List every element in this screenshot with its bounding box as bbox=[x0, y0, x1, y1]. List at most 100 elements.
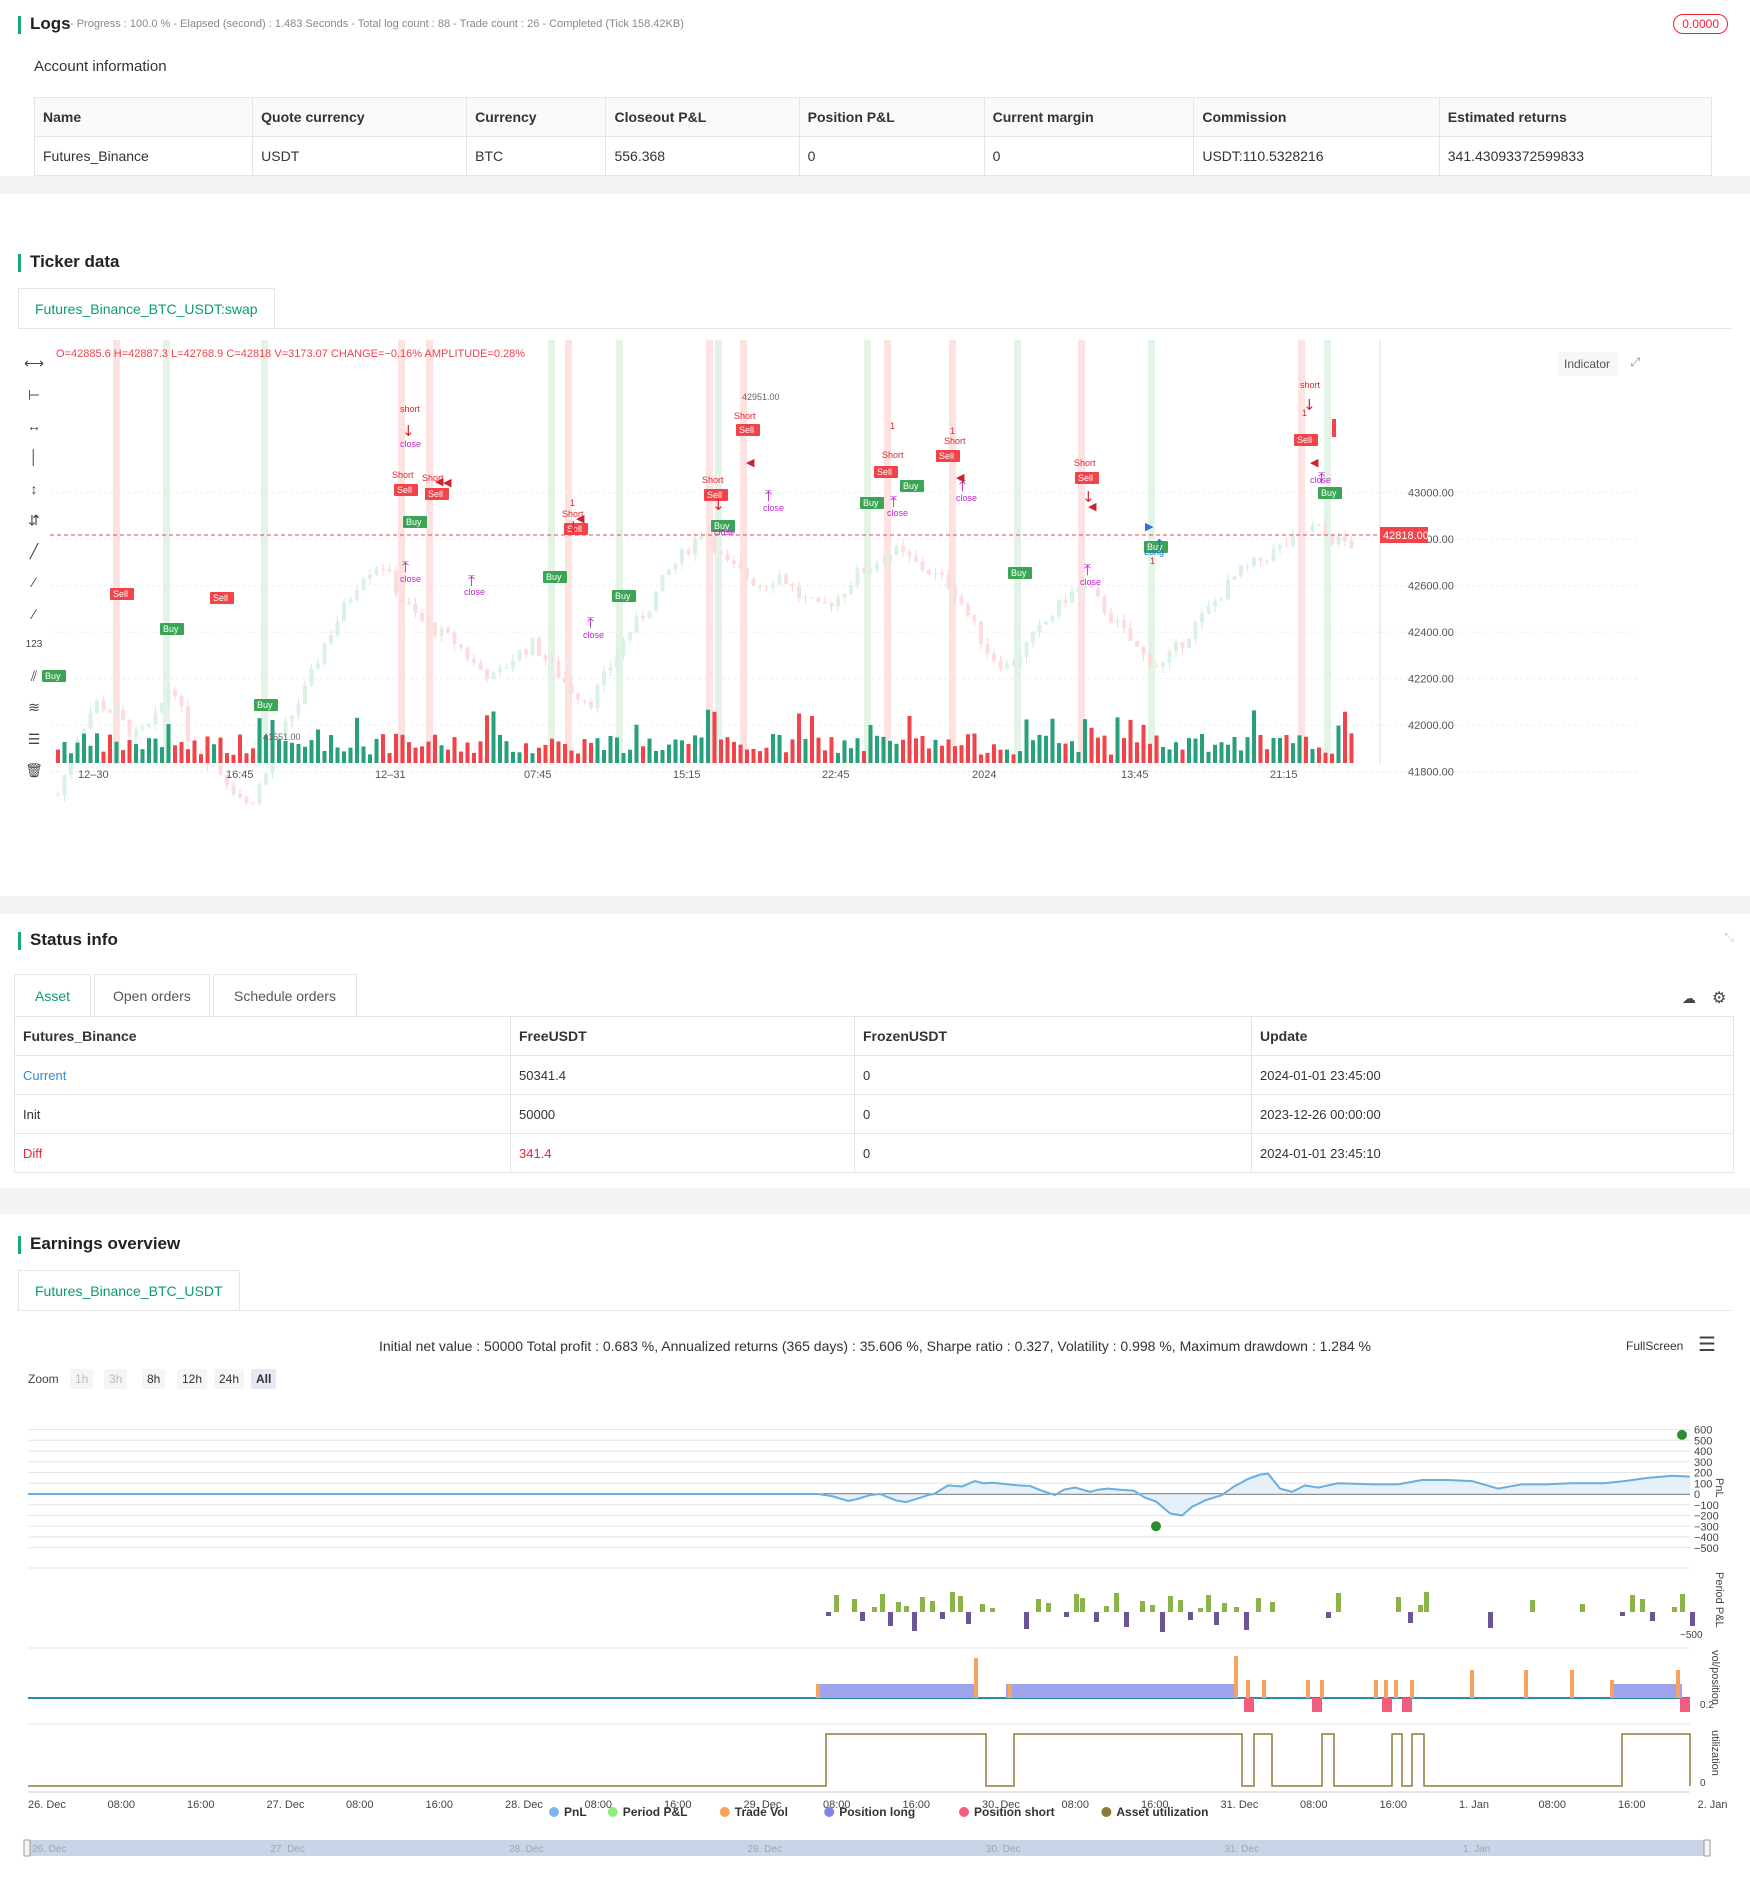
volume-bar bbox=[537, 747, 541, 763]
period-pnl-bar bbox=[1140, 1601, 1145, 1612]
volume-bar bbox=[985, 752, 990, 763]
volume-bar bbox=[933, 739, 938, 763]
tab-earnings-symbol[interactable]: Futures_Binance_BTC_USDT bbox=[18, 1270, 240, 1310]
zoom-12h[interactable]: 12h bbox=[177, 1369, 208, 1389]
candle-body bbox=[810, 597, 814, 599]
candle-body bbox=[771, 584, 775, 588]
volume-bar bbox=[556, 741, 561, 763]
legend-marker bbox=[959, 1807, 969, 1817]
volume-bar bbox=[199, 754, 203, 763]
volume-bar bbox=[296, 743, 301, 763]
zoom-1h[interactable]: 1h bbox=[70, 1369, 94, 1389]
candle-body bbox=[303, 685, 307, 705]
volume-bar bbox=[1317, 747, 1321, 763]
candle-body bbox=[608, 667, 613, 671]
legend-item-label: Trade Vol bbox=[735, 1805, 788, 1819]
menu-icon[interactable]: ☰ bbox=[1698, 1332, 1716, 1357]
candle-body bbox=[56, 794, 60, 796]
navigator-tick-label: 29. Dec bbox=[748, 1844, 782, 1855]
candle-body bbox=[465, 647, 470, 659]
signal-band bbox=[1324, 340, 1331, 764]
candlestick-chart[interactable]: 43000.0042800.0042600.0042400.0042200.00… bbox=[18, 340, 1732, 810]
period-pnl-bar bbox=[1418, 1605, 1423, 1612]
expand-icon[interactable]: ⤢ bbox=[1630, 355, 1640, 370]
short-arrow-icon: ↓ bbox=[712, 496, 725, 514]
volume-bar bbox=[75, 742, 80, 763]
tab-open-orders[interactable]: Open orders bbox=[94, 974, 210, 1016]
candle-body bbox=[751, 578, 756, 586]
candle-body bbox=[569, 682, 574, 695]
tab-ticker-symbol[interactable]: Futures_Binance_BTC_USDT:swap bbox=[18, 288, 275, 328]
count-text: 1 bbox=[890, 421, 895, 431]
volume-bar bbox=[381, 734, 385, 763]
candle-body bbox=[361, 578, 366, 591]
count-text: 1 bbox=[1150, 556, 1155, 566]
cloud-download-icon[interactable]: ☁ bbox=[1682, 990, 1696, 1007]
volume-bar bbox=[511, 751, 515, 763]
trade-vol-bar bbox=[1262, 1680, 1266, 1698]
candle-body bbox=[790, 583, 795, 587]
volume-bar bbox=[1089, 727, 1094, 763]
account-header-row: Name Quote currency Currency Closeout P&… bbox=[33, 97, 1713, 137]
volume-bar bbox=[810, 715, 814, 763]
short-text: Short bbox=[392, 470, 414, 480]
fullscreen-button[interactable]: FullScreen bbox=[1626, 1339, 1683, 1353]
period-pnl-bar bbox=[1630, 1595, 1635, 1612]
candle-body bbox=[1330, 534, 1334, 545]
pnl-max-marker bbox=[1677, 1429, 1687, 1440]
signal-buy-label: Buy bbox=[1011, 568, 1027, 578]
candle-body bbox=[322, 643, 327, 664]
tab-asset[interactable]: Asset bbox=[14, 974, 92, 1016]
candle-body bbox=[296, 704, 301, 716]
candle-body bbox=[615, 655, 619, 668]
indicator-button[interactable]: Indicator ⤢ bbox=[1558, 352, 1640, 376]
zoom-all[interactable]: All bbox=[251, 1369, 277, 1389]
volume-bar bbox=[459, 751, 463, 763]
time-tick-label: 08:00 bbox=[585, 1799, 613, 1811]
divider bbox=[18, 328, 1732, 329]
volume-bar bbox=[1232, 736, 1237, 763]
asset-header-row: Futures_Binance FreeUSDT FrozenUSDT Upda… bbox=[14, 1016, 1734, 1056]
zoom-8h[interactable]: 8h bbox=[142, 1369, 166, 1389]
volume-bar bbox=[517, 752, 522, 763]
candle-body bbox=[699, 536, 704, 539]
candle-body bbox=[160, 702, 164, 713]
cell: 0 bbox=[983, 136, 1195, 176]
cell: USDT:110.5328216 bbox=[1193, 136, 1440, 176]
signal-buy-label: Buy bbox=[903, 481, 919, 491]
close-arrow-icon: ⤒ bbox=[468, 571, 475, 590]
period-pnl-bar bbox=[966, 1612, 971, 1624]
navigator-tick-label: 1. Jan bbox=[1463, 1844, 1490, 1855]
volume-bar bbox=[654, 750, 658, 763]
candle-body bbox=[1102, 596, 1107, 614]
period-pnl-bar bbox=[1690, 1612, 1695, 1626]
navigator-tick-label: 31. Dec bbox=[1225, 1844, 1259, 1855]
candle-body bbox=[914, 556, 918, 562]
tab-schedule-orders[interactable]: Schedule orders bbox=[213, 974, 357, 1016]
trade-vol-bar bbox=[1394, 1680, 1398, 1698]
candle-body bbox=[979, 620, 983, 645]
candle-body bbox=[238, 794, 242, 798]
signal-buy-label: Buy bbox=[45, 671, 61, 681]
candle-body bbox=[387, 569, 392, 572]
time-tick-label: 08:00 bbox=[1062, 1799, 1090, 1811]
collapse-icon[interactable]: ⤡ bbox=[1724, 930, 1734, 945]
candle-body bbox=[335, 621, 340, 636]
trade-vol-bar bbox=[1570, 1670, 1574, 1698]
position-short-bar bbox=[1244, 1698, 1254, 1712]
zoom-24h[interactable]: 24h bbox=[214, 1369, 245, 1389]
candle-body bbox=[472, 658, 476, 663]
volume-bar bbox=[803, 739, 808, 763]
cell: Futures_Binance bbox=[33, 136, 254, 176]
candle-body bbox=[719, 552, 723, 554]
candle-body bbox=[647, 611, 652, 619]
row-label-current[interactable]: Current bbox=[14, 1055, 511, 1095]
volume-bar bbox=[322, 750, 327, 763]
gear-icon[interactable]: ⚙ bbox=[1712, 988, 1726, 1008]
legend-marker bbox=[549, 1807, 559, 1817]
candle-body bbox=[641, 615, 645, 619]
legend-item-label: Period P&L bbox=[623, 1805, 688, 1819]
zoom-3h[interactable]: 3h bbox=[104, 1369, 128, 1389]
earnings-chart[interactable]: 6005004003002001000−100−200−300−400−500P… bbox=[0, 1400, 1750, 1880]
legend-item-label: Position short bbox=[974, 1805, 1055, 1819]
